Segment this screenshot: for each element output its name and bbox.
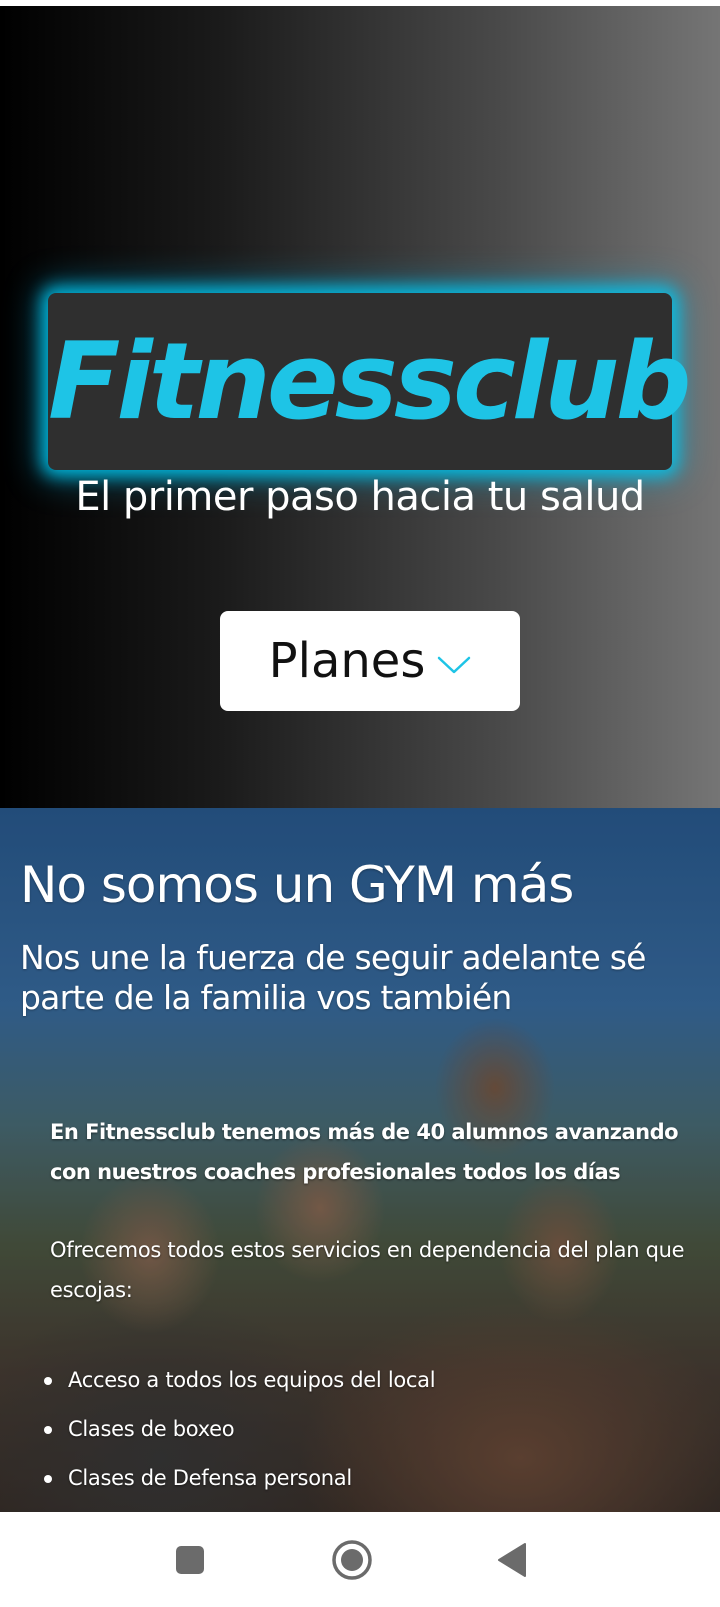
about-section: No somos un GYM más Nos une la fuerza de… xyxy=(0,808,720,1512)
recent-apps-button[interactable] xyxy=(158,1528,222,1592)
about-intro: En Fitnessclub tenemos más de 40 alumnos… xyxy=(50,1120,679,1184)
logo-text: Fitnessclub xyxy=(48,320,691,443)
planes-button[interactable]: Planes xyxy=(220,611,520,711)
bullet-icon xyxy=(44,1377,52,1385)
tagline: El primer paso hacia tu salud xyxy=(75,474,645,520)
chevron-down-icon xyxy=(438,656,471,674)
planes-button-label: Planes xyxy=(268,633,426,689)
bullet-icon xyxy=(44,1426,52,1434)
home-button[interactable] xyxy=(320,1528,384,1592)
list-item: Clases de boxeo xyxy=(44,1405,435,1454)
list-item: Acceso a todos los equipos del local xyxy=(44,1356,436,1405)
about-subtitle: Nos une la fuerza de seguir adelante sé … xyxy=(20,938,646,1017)
services-list: Acceso a todos los equipos del local Cla… xyxy=(44,1356,436,1503)
service-label: Clases de boxeo xyxy=(68,1417,235,1441)
service-label: Acceso a todos los equipos del local xyxy=(68,1368,436,1392)
list-item: Clases de Defensa personal xyxy=(44,1454,435,1503)
hero-section: Fitnessclub El primer paso hacia tu salu… xyxy=(0,6,720,808)
recent-apps-icon xyxy=(176,1546,204,1574)
about-title: No somos un GYM más xyxy=(20,856,574,914)
services-intro: Ofrecemos todos estos servicios en depen… xyxy=(50,1238,685,1302)
back-icon xyxy=(498,1543,526,1577)
logo: Fitnessclub xyxy=(48,293,691,470)
back-button[interactable] xyxy=(480,1528,544,1592)
system-navigation-bar xyxy=(0,1512,720,1607)
service-label: Clases de Defensa personal xyxy=(68,1466,352,1490)
bullet-icon xyxy=(44,1475,52,1483)
home-icon xyxy=(332,1540,372,1580)
